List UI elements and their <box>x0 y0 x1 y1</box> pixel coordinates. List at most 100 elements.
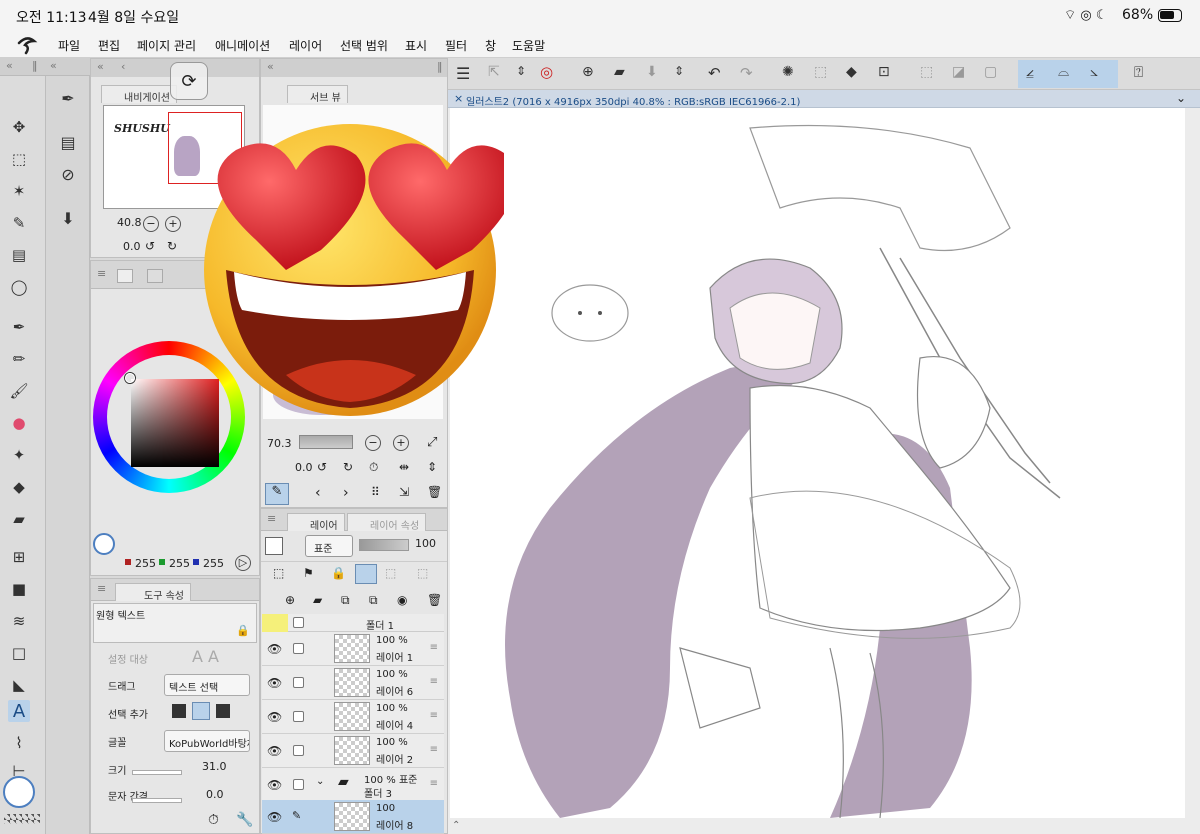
transform-icon[interactable]: ⊡ <box>878 64 890 80</box>
drag-select[interactable]: 텍스트 선택 <box>164 674 250 696</box>
select-subtract-icon[interactable] <box>216 704 230 718</box>
subview-zoom-out-icon[interactable]: − <box>365 435 381 451</box>
document-tab-title[interactable]: 일러스트2 (7016 x 4916px 350dpi 40.8% : RGB:… <box>466 93 800 108</box>
grip-icon[interactable]: ‖ <box>32 59 38 72</box>
flip-vertical-icon[interactable]: ⇕ <box>427 460 437 474</box>
select-new-icon[interactable] <box>172 704 186 718</box>
rotate-right-icon[interactable]: ↻ <box>167 239 177 253</box>
drawing-canvas[interactable] <box>450 108 1185 819</box>
sub-tool-brush-icon[interactable]: ✒ <box>56 86 80 110</box>
drag-handle-icon[interactable]: ≡ <box>430 744 438 755</box>
eye-icon[interactable]: 👁 <box>267 744 282 758</box>
color-picker-handle[interactable] <box>125 373 135 383</box>
menu-view[interactable]: 표시 <box>405 37 427 54</box>
subview-eyedropper-icon[interactable]: ✎ <box>265 483 289 505</box>
prev-icon[interactable]: ‹ <box>315 485 321 501</box>
tab-sub-view[interactable]: 서브 뷰 <box>287 85 348 104</box>
color-mode-icon[interactable]: ▷ <box>235 555 251 571</box>
grip-icon[interactable]: ≡ <box>97 582 106 595</box>
subview-zoom-slider[interactable] <box>299 435 353 449</box>
new-layer-icon[interactable]: ⊕ <box>285 593 295 607</box>
mask-add-icon[interactable]: ◉ <box>397 593 407 607</box>
current-color-swatch[interactable] <box>93 533 115 555</box>
tab-tool-property[interactable]: 도구 속성 <box>115 583 191 602</box>
close-tab-icon[interactable]: × <box>454 92 463 105</box>
menu-edit[interactable]: 편집 <box>98 37 120 54</box>
screen-rotate-icon[interactable]: ⟳ <box>170 62 208 100</box>
back-icon[interactable]: ‹ <box>121 60 125 73</box>
snap-special-ruler-icon[interactable]: ⌓ <box>1058 64 1069 80</box>
tone-icon[interactable]: ▤ <box>8 244 30 266</box>
brush-icon[interactable]: 🖌 <box>8 380 30 402</box>
new-file-icon[interactable]: ⊕ <box>582 64 594 80</box>
fill-icon[interactable]: ◆ <box>8 476 30 498</box>
selected-layer-row[interactable]: 👁 ✎ 100 레이어 8 <box>262 800 444 834</box>
drag-handle-icon[interactable]: ≡ <box>430 778 438 789</box>
layer-check[interactable] <box>293 677 304 688</box>
eye-icon[interactable]: 👁 <box>267 642 282 656</box>
decoration-icon[interactable]: ● <box>8 412 30 434</box>
selection-border-icon[interactable]: ▢ <box>984 64 997 80</box>
lock-transparent-icon[interactable] <box>355 564 377 584</box>
expand-up-icon[interactable]: ⌃ <box>452 820 460 831</box>
layer-row[interactable]: 👁 100 % 레이어 6 ≡ <box>262 666 444 700</box>
folder-check[interactable] <box>293 617 304 628</box>
sub-tool-property-icon[interactable]: ▤ <box>56 130 80 154</box>
ruler-icon[interactable]: ≋ <box>8 610 30 632</box>
triangle-icon[interactable]: ◣ <box>8 674 30 696</box>
sub-tool-download-icon[interactable]: ⬇ <box>56 206 80 230</box>
collapse-icon[interactable]: « <box>50 59 57 72</box>
transfer-icon[interactable]: ⧉ <box>341 593 350 608</box>
zoom-in-icon[interactable]: + <box>165 216 181 232</box>
frame-icon[interactable]: ⊞ <box>8 546 30 568</box>
pencil-icon[interactable]: ✏ <box>8 348 30 370</box>
menu-filter[interactable]: 필터 <box>445 37 467 54</box>
size-slider[interactable] <box>132 770 182 775</box>
transparent-color-icon[interactable] <box>4 814 40 824</box>
eye-icon[interactable]: 👁 <box>267 810 282 824</box>
timer-icon[interactable]: ⏱ <box>208 812 219 828</box>
fill-bucket-icon[interactable]: ◆ <box>846 64 857 80</box>
tab-color-wheel[interactable] <box>117 269 133 283</box>
opacity-slider[interactable] <box>359 539 409 551</box>
pen-edit-icon[interactable]: ✎ <box>292 809 301 822</box>
menu-selection[interactable]: 선택 범위 <box>340 37 388 54</box>
eraser-icon[interactable]: ▰ <box>8 508 30 530</box>
select-add-icon[interactable] <box>192 702 210 720</box>
layer-color-icon[interactable] <box>265 537 283 555</box>
lock-icon[interactable]: 🔒 <box>236 624 250 637</box>
flip-horizontal-icon[interactable]: ⇹ <box>399 460 409 474</box>
rotate-left-icon[interactable]: ↺ <box>145 239 155 253</box>
magic-wand-icon[interactable]: ✶ <box>8 180 30 202</box>
merge-icon[interactable]: ⧉ <box>369 593 378 608</box>
folder-expand-icon[interactable]: ⌄ <box>316 776 324 787</box>
clip-icon[interactable]: ⬚ <box>273 566 284 580</box>
clip-studio-logo-icon[interactable] <box>16 35 38 55</box>
mask-icon[interactable]: ⬚ <box>385 566 396 580</box>
layer-check[interactable] <box>293 711 304 722</box>
move-icon[interactable]: ✥ <box>8 116 30 138</box>
drag-handle-icon[interactable]: ≡ <box>430 676 438 687</box>
collapse-icon[interactable]: « <box>267 60 274 73</box>
eyedropper-icon[interactable]: ✎ <box>8 212 30 234</box>
invert-selection-icon[interactable]: ◪ <box>952 64 965 80</box>
layer-check[interactable] <box>293 643 304 654</box>
subview-zoom-in-icon[interactable]: + <box>393 435 409 451</box>
help-icon[interactable]: ⍰ <box>1134 63 1143 81</box>
text-style-icon[interactable]: A A <box>192 647 219 666</box>
quick-access-icon[interactable]: ⇱ <box>488 64 500 80</box>
menu-file[interactable]: 파일 <box>58 37 80 54</box>
eye-icon[interactable]: 👁 <box>267 778 282 792</box>
lasso-icon[interactable]: ◯ <box>8 276 30 298</box>
layer-check[interactable] <box>293 779 304 790</box>
undo-icon[interactable]: ↶ <box>708 64 721 82</box>
grip-icon[interactable]: ≡ <box>267 512 276 525</box>
main-color-swatch[interactable] <box>3 776 35 808</box>
object-icon[interactable]: ⬚ <box>8 148 30 170</box>
drag-handle-icon[interactable]: ≡ <box>430 710 438 721</box>
grip-icon[interactable]: ≡ <box>97 267 106 280</box>
mask-enable-icon[interactable]: ⬚ <box>417 566 428 580</box>
tab-layer[interactable]: 레이어 <box>287 513 345 532</box>
wrench-icon[interactable]: 🔧 <box>236 812 253 828</box>
import-icon[interactable]: ⇲ <box>399 485 409 499</box>
